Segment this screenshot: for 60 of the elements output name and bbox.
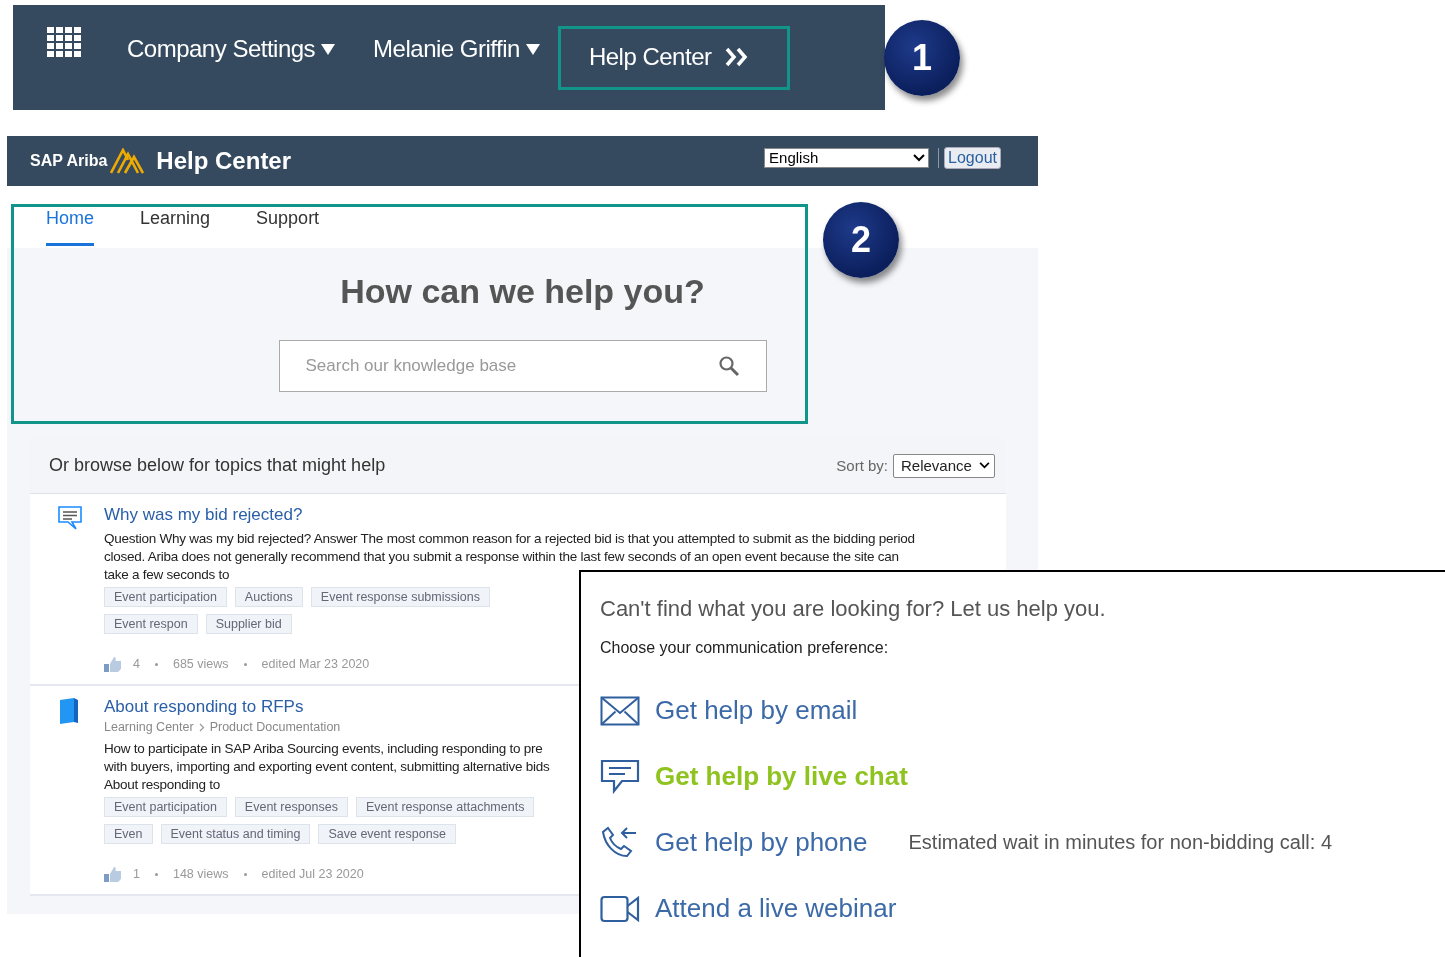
- search-icon: [717, 355, 740, 377]
- panel-heading: Can't find what you are looking for? Let us help you.: [600, 596, 1107, 622]
- topic-tag[interactable]: Event response attachments: [355, 797, 535, 817]
- breadcrumb-link[interactable]: Product Documentation: [209, 720, 341, 734]
- wait-time-note: Estimated wait in minutes for non-bidding call: 4: [908, 831, 1333, 854]
- nav-link[interactable]: Company Settings: [127, 34, 336, 63]
- app-title: Help Center: [156, 147, 292, 175]
- contact-option-link[interactable]: Get help by email: [655, 695, 858, 726]
- thumbs-up-icon: [104, 866, 122, 882]
- article-excerpt: How to participate in SAP Ariba Sourcing events, including responding to pre with buyers, importing and exporting event content, submitting alternative bids About responding to: [104, 740, 550, 794]
- topic-tag[interactable]: Event respon: [104, 614, 198, 634]
- topic-tag[interactable]: Event response submissions: [310, 587, 490, 607]
- separator-dot: [243, 662, 247, 666]
- article-excerpt: Question Why was my bid rejected? Answer The most common reason for a rejected bid is that you attempted to submit as the bidding period closed. Ariba does not generally recommend that you submit a response within the last few seconds of an open event because the site can take a few seconds to: [104, 530, 915, 584]
- separator-dot: [154, 662, 158, 666]
- instruction-text: Choose your communication preference:: [600, 639, 890, 657]
- breadcrumb-link[interactable]: Learning Center: [104, 720, 194, 734]
- caret-icon: [525, 42, 540, 55]
- topic-tag[interactable]: Auctions: [234, 587, 303, 607]
- topic-tag[interactable]: Save event response: [318, 824, 456, 844]
- sort-label: Sort by:: [836, 457, 888, 474]
- chevron-down-icon: [913, 153, 926, 162]
- nav-tab[interactable]: Home: [46, 208, 94, 246]
- topic-tag[interactable]: Event participation: [104, 587, 227, 607]
- nav-link[interactable]: Help Center: [557, 25, 791, 90]
- logo-icon: [110, 148, 145, 174]
- book-icon: [57, 697, 81, 725]
- separator-dot: [154, 872, 158, 876]
- contact-option-link[interactable]: Get help by phone: [655, 827, 868, 858]
- topic-tag[interactable]: Even: [104, 824, 153, 844]
- view-count: 148 views: [172, 867, 229, 881]
- contact-option-link[interactable]: Attend a live webinar: [655, 893, 897, 924]
- article-link[interactable]: About responding to RFPs: [104, 697, 304, 717]
- chevron-right-icon: [198, 722, 205, 732]
- topic-tag[interactable]: Event status and timing: [160, 824, 311, 844]
- edited-date: edited Jul 23 2020: [261, 867, 364, 881]
- callout-badge: 1: [884, 20, 960, 96]
- nav-link[interactable]: Melanie Griffin: [373, 34, 540, 63]
- edited-date: edited Mar 23 2020: [261, 657, 370, 671]
- sort-select[interactable]: Relevance: [893, 453, 995, 478]
- topic-tag[interactable]: Supplier bid: [205, 614, 292, 634]
- chevron-down-icon: [979, 462, 990, 469]
- language-select[interactable]: English: [764, 147, 930, 168]
- brand-name: SAP Ariba: [30, 152, 108, 170]
- likes-count: 1: [133, 867, 140, 881]
- section-heading: Or browse below for topics that might help: [49, 455, 386, 476]
- topic-tag[interactable]: Event participation: [104, 797, 227, 817]
- thumbs-up-icon: [104, 656, 122, 672]
- grid-menu-icon: [47, 26, 81, 59]
- logout-button[interactable]: Logout: [944, 146, 1001, 169]
- likes-count: 4: [133, 657, 140, 671]
- article-link[interactable]: Why was my bid rejected?: [104, 505, 303, 525]
- hero-heading: How can we help you?: [340, 272, 705, 311]
- view-count: 685 views: [172, 657, 229, 671]
- search-field[interactable]: Search our knowledge base: [278, 340, 767, 392]
- nav-tab[interactable]: Support: [256, 208, 320, 246]
- separator-dot: [243, 872, 247, 876]
- caret-icon: [321, 42, 336, 55]
- nav-tab[interactable]: Learning: [140, 208, 211, 246]
- topic-tag[interactable]: Event responses: [234, 797, 348, 817]
